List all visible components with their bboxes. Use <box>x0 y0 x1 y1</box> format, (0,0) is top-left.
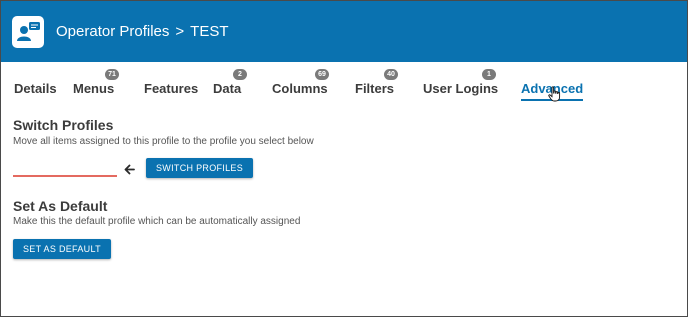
arrow-left-icon <box>124 162 135 180</box>
set-as-default-button[interactable]: SET AS DEFAULT <box>13 239 111 259</box>
tab-filters-badge: 40 <box>384 69 398 80</box>
tab-label: Filters <box>355 81 395 96</box>
breadcrumb-separator: > <box>175 23 185 40</box>
breadcrumb-parent[interactable]: Operator Profiles <box>56 23 169 40</box>
tab-label: User Logins <box>423 81 499 96</box>
tab-user-logins[interactable]: User Logins <box>423 81 498 97</box>
tab-label: Columns <box>272 81 328 96</box>
tab-features[interactable]: Features <box>144 81 198 97</box>
profile-select-input[interactable] <box>13 159 117 177</box>
tab-label: Data <box>213 81 242 96</box>
operator-profile-icon <box>12 16 44 48</box>
tab-label: Menus <box>73 81 115 96</box>
tab-bar: Details 71 Menus Features 2 Data 69 Colu… <box>1 62 687 102</box>
tab-data-badge: 2 <box>233 69 247 80</box>
app-window: Operator Profiles > TEST Details 71 Menus … <box>0 0 688 317</box>
tab-label: Details <box>14 81 57 96</box>
tab-columns[interactable]: Columns <box>272 81 328 97</box>
tab-columns-badge: 69 <box>315 69 329 80</box>
breadcrumb: Operator Profiles > TEST <box>56 23 229 41</box>
tab-user-logins-badge: 1 <box>482 69 496 80</box>
breadcrumb-current: TEST <box>190 23 229 40</box>
tab-menus[interactable]: Menus <box>73 81 114 97</box>
switch-profiles-button[interactable]: SWITCH PROFILES <box>146 158 254 178</box>
tab-label: Features <box>144 81 199 96</box>
set-default-title: Set As Default <box>13 198 108 214</box>
set-default-description: Make this the default profile which can … <box>13 216 301 227</box>
tab-data[interactable]: Data <box>213 81 241 97</box>
switch-profiles-title: Switch Profiles <box>13 117 114 133</box>
page-header: Operator Profiles > TEST <box>1 1 687 62</box>
tab-filters[interactable]: Filters <box>355 81 394 97</box>
switch-profiles-description: Move all items assigned to this profile … <box>13 136 314 147</box>
hand-cursor-icon <box>548 86 561 107</box>
tab-details[interactable]: Details <box>14 81 57 97</box>
tab-menus-badge: 71 <box>105 69 119 80</box>
